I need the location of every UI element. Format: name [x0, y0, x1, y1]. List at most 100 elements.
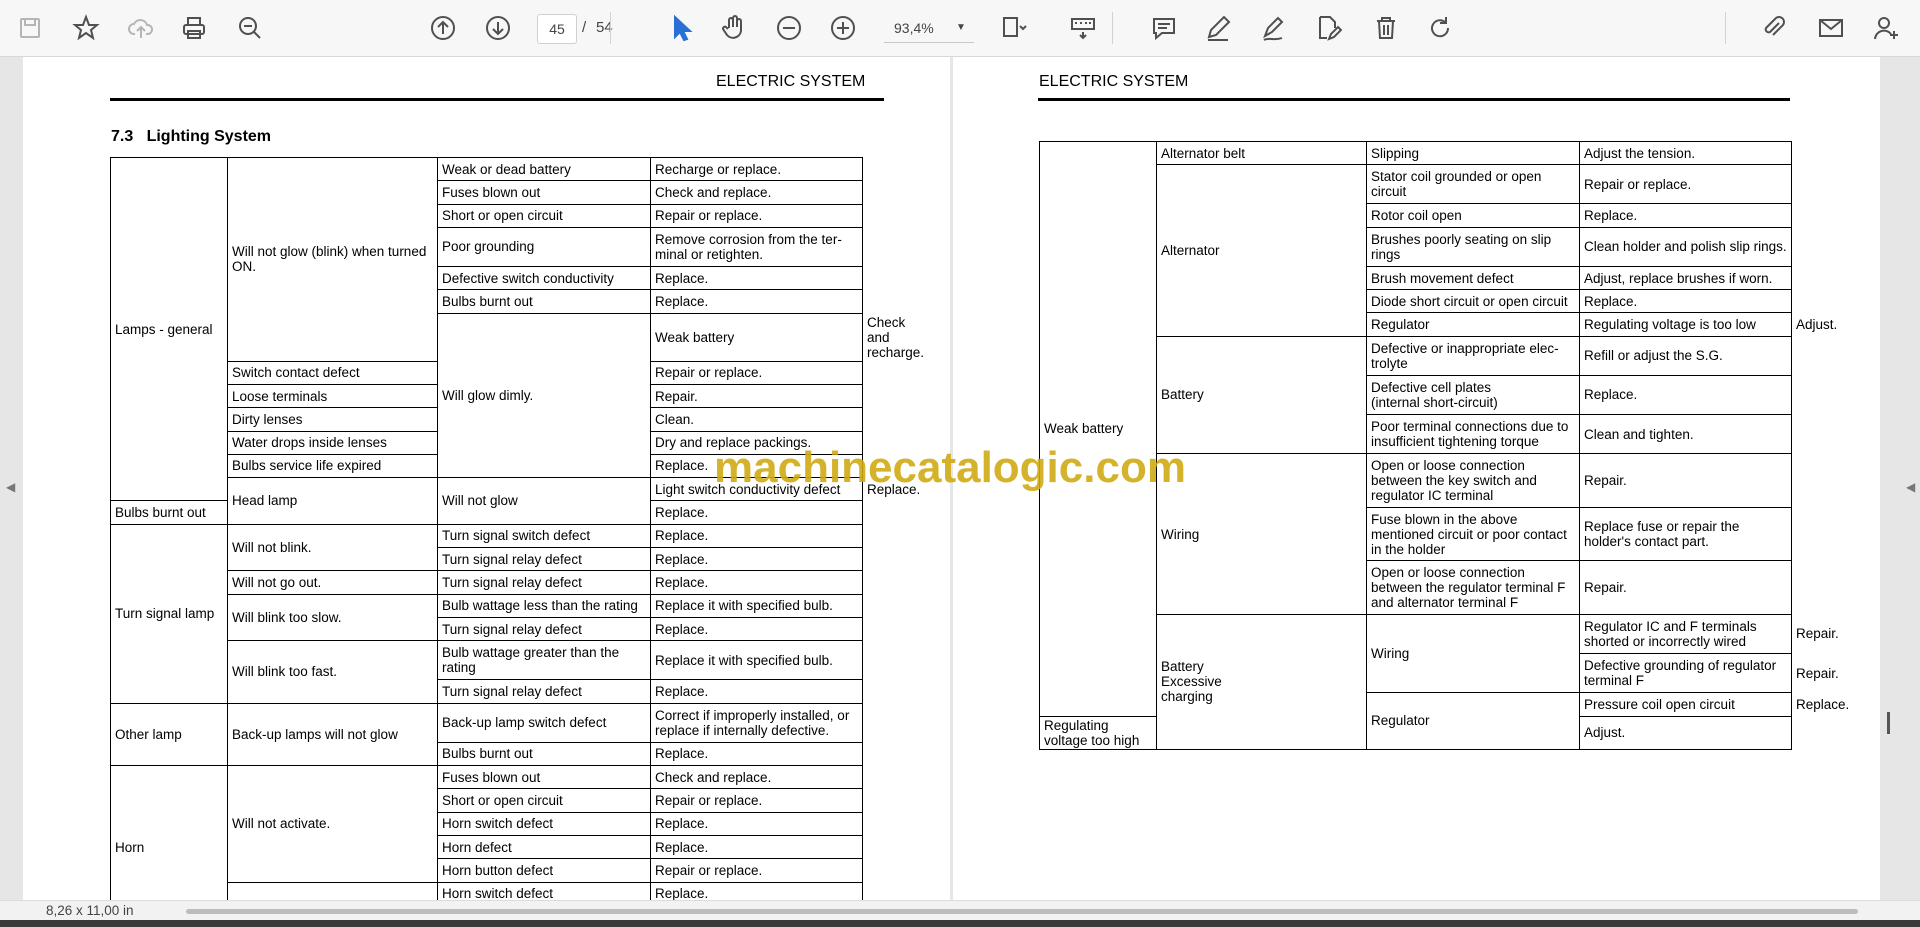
remedy-cell: Repair. — [1579, 453, 1792, 508]
edit-pdf-icon[interactable] — [1310, 10, 1346, 46]
cause-cell: Turn signal relay defect — [437, 546, 651, 572]
cause-cell: Fuse blown in the above mentioned circui… — [1366, 506, 1580, 562]
table-row: Other lamp Back-up lamps will not glow Bac… — [110, 702, 863, 767]
remedy-cell: Check and replace. — [650, 180, 863, 205]
remedy-cell: Replace. — [650, 500, 863, 525]
remedy-cell: Repair or replace. — [650, 360, 863, 385]
zoom-out-icon[interactable] — [771, 10, 807, 46]
remedy-cell: Adjust the tension. — [1579, 140, 1792, 166]
remedy-cell: Repair or replace. — [1579, 164, 1792, 205]
remedy-cell: Repair. — [650, 383, 863, 409]
symptom-cell: Will not glow (blink) when turned ON. — [227, 157, 438, 362]
cause-cell: Weak or dead battery — [437, 156, 651, 182]
zoom-in-icon[interactable] — [825, 10, 861, 46]
remedy-cell: Adjust, replace brushes if worn. — [1579, 265, 1792, 291]
email-icon[interactable] — [1813, 10, 1849, 46]
remedy-cell: Replace. — [650, 616, 863, 642]
table-row: Lamps - general Will not glow (blink) whe… — [110, 156, 863, 502]
symptom-cell: Will blink too fast. — [227, 640, 438, 704]
cause-cell: Dirty lenses — [227, 407, 438, 432]
symptom-cell: Battery — [1156, 335, 1367, 455]
left-panel-toggle-icon[interactable]: ◀ — [6, 480, 16, 500]
cloud-upload-icon[interactable] — [123, 10, 159, 46]
remedy-cell: Replace it with specified bulb. — [650, 640, 863, 681]
remedy-cell: Recharge or replace. — [650, 156, 863, 182]
table-row: Horn Will not activate. Fuses blown out Che… — [110, 765, 863, 900]
remedy-cell: Replace. — [650, 266, 863, 291]
add-user-icon[interactable] — [1868, 10, 1904, 46]
cause-cell: Turn signal relay defect — [437, 570, 651, 595]
cause-cell: Horn switch defect — [437, 811, 651, 836]
symptom-cell: Regulator — [1366, 692, 1580, 750]
symptom-group-cell: Turn signal lamp — [110, 523, 228, 704]
horizontal-scrollbar[interactable] — [186, 909, 1858, 914]
symptom-cell: Will not activate. — [227, 765, 438, 883]
remedy-cell: Replace. — [650, 834, 863, 860]
page-number-input[interactable]: 45 — [537, 14, 577, 44]
remedy-cell: Clean holder and polish slip rings. — [1579, 226, 1792, 267]
table-row: Turn signal lamp Will not blink. Turn sign… — [110, 523, 863, 704]
page-separator: / — [582, 19, 587, 36]
zoom-dropdown[interactable]: 93,4% ▼ — [884, 14, 974, 43]
remedy-cell: Replace. — [1579, 203, 1792, 228]
cause-cell: Bulb wattage less than the rating — [437, 593, 651, 618]
cause-cell: Brush movement defect — [1366, 265, 1580, 291]
rotate-icon[interactable] — [1422, 10, 1458, 46]
symptom-cell: Regulator — [1366, 312, 1580, 337]
vertical-scroll-indicator[interactable] — [1887, 712, 1890, 734]
cause-cell: Poor grounding — [437, 226, 651, 268]
cause-cell: Horn defect — [437, 834, 651, 860]
cause-cell: Brushes poorly seating on slip rings — [1366, 226, 1580, 267]
symptom-cell: Alternator belt — [1156, 140, 1367, 166]
comment-icon[interactable] — [1146, 10, 1182, 46]
keyboard-icon[interactable] — [1065, 10, 1101, 46]
remedy-cell: Refill or adjust the S.G. — [1579, 335, 1792, 376]
symptom-cell: Will not blink. — [227, 523, 438, 572]
remedy-cell: Check and replace. — [650, 765, 863, 790]
remedy-cell: Replace. — [650, 881, 863, 900]
symptom-cell: Will blink too slow. — [227, 593, 438, 642]
remedy-cell: Replace. — [650, 741, 863, 767]
cause-cell: Defective grounding of regulator termina… — [1579, 653, 1792, 694]
sign-icon[interactable] — [1255, 10, 1291, 46]
toolbar-separator — [610, 12, 611, 44]
remedy-cell: Remove corrosion from the ter- minal or … — [650, 226, 863, 268]
page-up-icon[interactable] — [425, 10, 461, 46]
attach-icon[interactable] — [1756, 10, 1792, 46]
cause-cell: Bulbs burnt out — [437, 289, 651, 314]
toolbar-separator — [1725, 12, 1726, 44]
bookmark-star-icon[interactable] — [68, 10, 104, 46]
symptom-group-cell: Horn — [110, 765, 228, 900]
cause-cell: Defective switch conductivity — [437, 266, 651, 291]
cause-cell: Switch contact defect — [227, 360, 438, 385]
print-icon[interactable] — [176, 10, 212, 46]
zoom-search-icon[interactable] — [232, 10, 268, 46]
remedy-cell: Repair or replace. — [650, 858, 863, 883]
section-title: 7.3 Lighting System — [111, 128, 272, 145]
fit-page-icon[interactable] — [995, 10, 1031, 46]
symptom-cell: Will glow dimly. — [437, 312, 651, 479]
cause-cell: Back-up lamp switch defect — [437, 702, 651, 743]
cause-cell: Short or open circuit — [437, 203, 651, 228]
right-panel-toggle-icon[interactable]: ◀ — [1906, 480, 1916, 500]
cause-cell: Turn signal relay defect — [437, 616, 651, 642]
watermark: machinecatalogic.com — [714, 443, 1186, 492]
delete-icon[interactable] — [1368, 10, 1404, 46]
remedy-cell: Replace. — [650, 546, 863, 572]
hand-tool-icon[interactable] — [716, 10, 752, 46]
cause-cell: Regulator IC and F terminals shorted or … — [1579, 613, 1792, 655]
pen-icon[interactable] — [1200, 10, 1236, 46]
symptom-cell: Wiring — [1366, 613, 1580, 694]
remedy-cell: Repair. — [1579, 560, 1792, 615]
remedy-cell: Replace fuse or repair the holder's cont… — [1579, 506, 1792, 562]
page-down-icon[interactable] — [480, 10, 516, 46]
symptom-group-cell: Head lamp — [227, 477, 438, 525]
save-icon[interactable] — [12, 10, 48, 46]
remedy-cell: Correct if improperly installed, or repl… — [650, 702, 863, 743]
remedy-cell: Replace. — [650, 570, 863, 595]
cause-cell: Water drops inside lenses — [227, 430, 438, 455]
select-cursor-icon[interactable] — [663, 10, 699, 46]
status-bar: 8,26 x 11,00 in — [0, 900, 1920, 921]
chevron-down-icon: ▼ — [956, 22, 966, 33]
cause-cell: Bulbs service life expired — [227, 453, 438, 479]
